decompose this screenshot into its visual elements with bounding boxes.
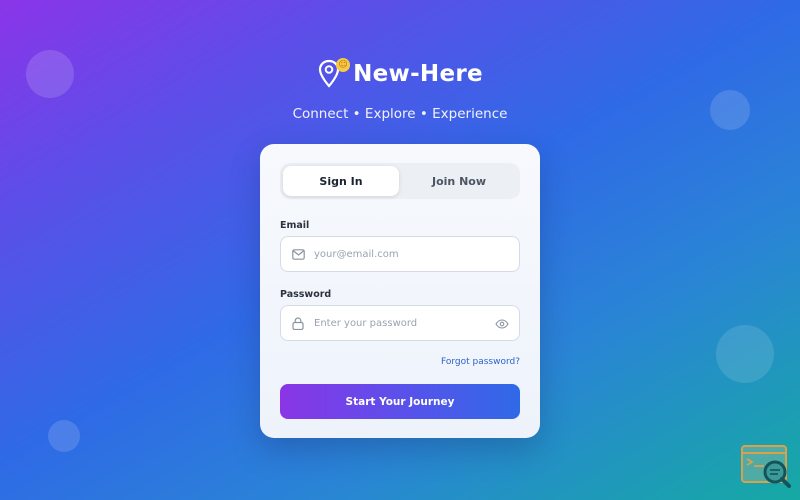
password-label: Password [280, 289, 332, 300]
password-input[interactable] [312, 316, 486, 330]
decorative-bubble [48, 420, 80, 452]
email-label: Email [280, 220, 310, 231]
smile-badge-icon: ☺ [336, 58, 351, 72]
map-pin-icon: ☺ [317, 58, 351, 90]
tab-sign-in[interactable]: Sign In [283, 166, 399, 196]
inspect-tool-icon[interactable] [740, 444, 792, 490]
brand-name: New-Here [353, 61, 483, 87]
tagline: Connect • Explore • Experience [292, 106, 508, 122]
eye-icon[interactable] [495, 316, 509, 330]
mail-icon [291, 247, 305, 261]
tab-join-now[interactable]: Join Now [401, 166, 517, 196]
lock-icon [291, 316, 305, 330]
forgot-password-link[interactable]: Forgot password? [441, 357, 520, 367]
auth-tabs: Sign In Join Now [280, 163, 520, 199]
login-card: Sign In Join Now Email Password [260, 144, 540, 438]
start-journey-button[interactable]: Start Your Journey [280, 384, 520, 419]
decorative-bubble [716, 325, 774, 383]
password-field[interactable] [280, 305, 520, 341]
background: ☺ New-Here Connect • Explore • Experienc… [0, 0, 800, 500]
email-field[interactable] [280, 236, 520, 272]
brand-header: ☺ New-Here [0, 58, 800, 90]
email-input[interactable] [312, 247, 486, 261]
